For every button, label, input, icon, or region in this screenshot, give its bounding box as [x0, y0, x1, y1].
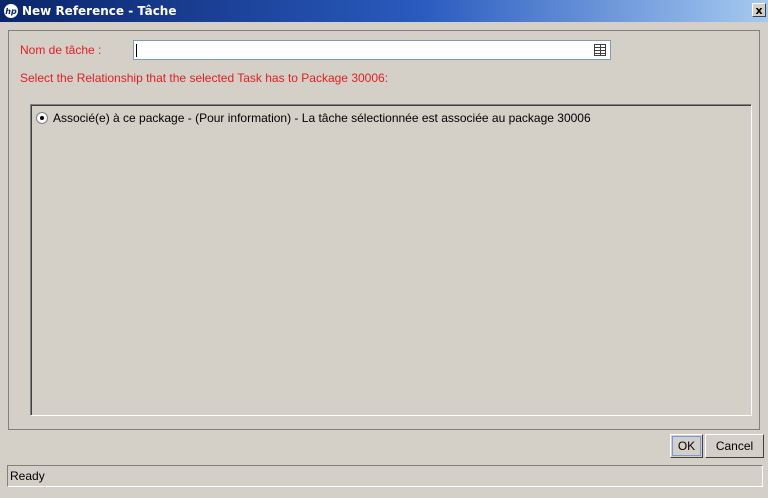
task-name-input[interactable] — [133, 40, 611, 60]
relationship-instruction: Select the Relationship that the selecte… — [20, 71, 389, 85]
relationship-option-label[interactable]: Associé(e) à ce package - (Pour informat… — [53, 111, 591, 125]
radio-dot-icon — [40, 116, 44, 120]
close-button[interactable]: x — [752, 3, 766, 17]
relationship-options-panel — [30, 104, 752, 416]
ok-button[interactable]: OK — [670, 434, 703, 458]
close-icon[interactable]: x — [755, 4, 762, 17]
window-title: New Reference - Tâche — [22, 4, 177, 18]
title-bar: hp New Reference - Tâche x — [0, 0, 768, 22]
list-picker-icon[interactable] — [594, 44, 606, 56]
text-cursor — [136, 44, 137, 57]
status-bar: Ready — [7, 465, 763, 487]
task-name-label: Nom de tâche : — [20, 43, 102, 57]
radio-button-selected[interactable] — [36, 112, 48, 124]
cancel-button[interactable]: Cancel — [705, 434, 764, 458]
status-text: Ready — [10, 469, 45, 483]
hp-logo-icon: hp — [4, 4, 18, 18]
relationship-option[interactable]: Associé(e) à ce package - (Pour informat… — [36, 111, 591, 125]
